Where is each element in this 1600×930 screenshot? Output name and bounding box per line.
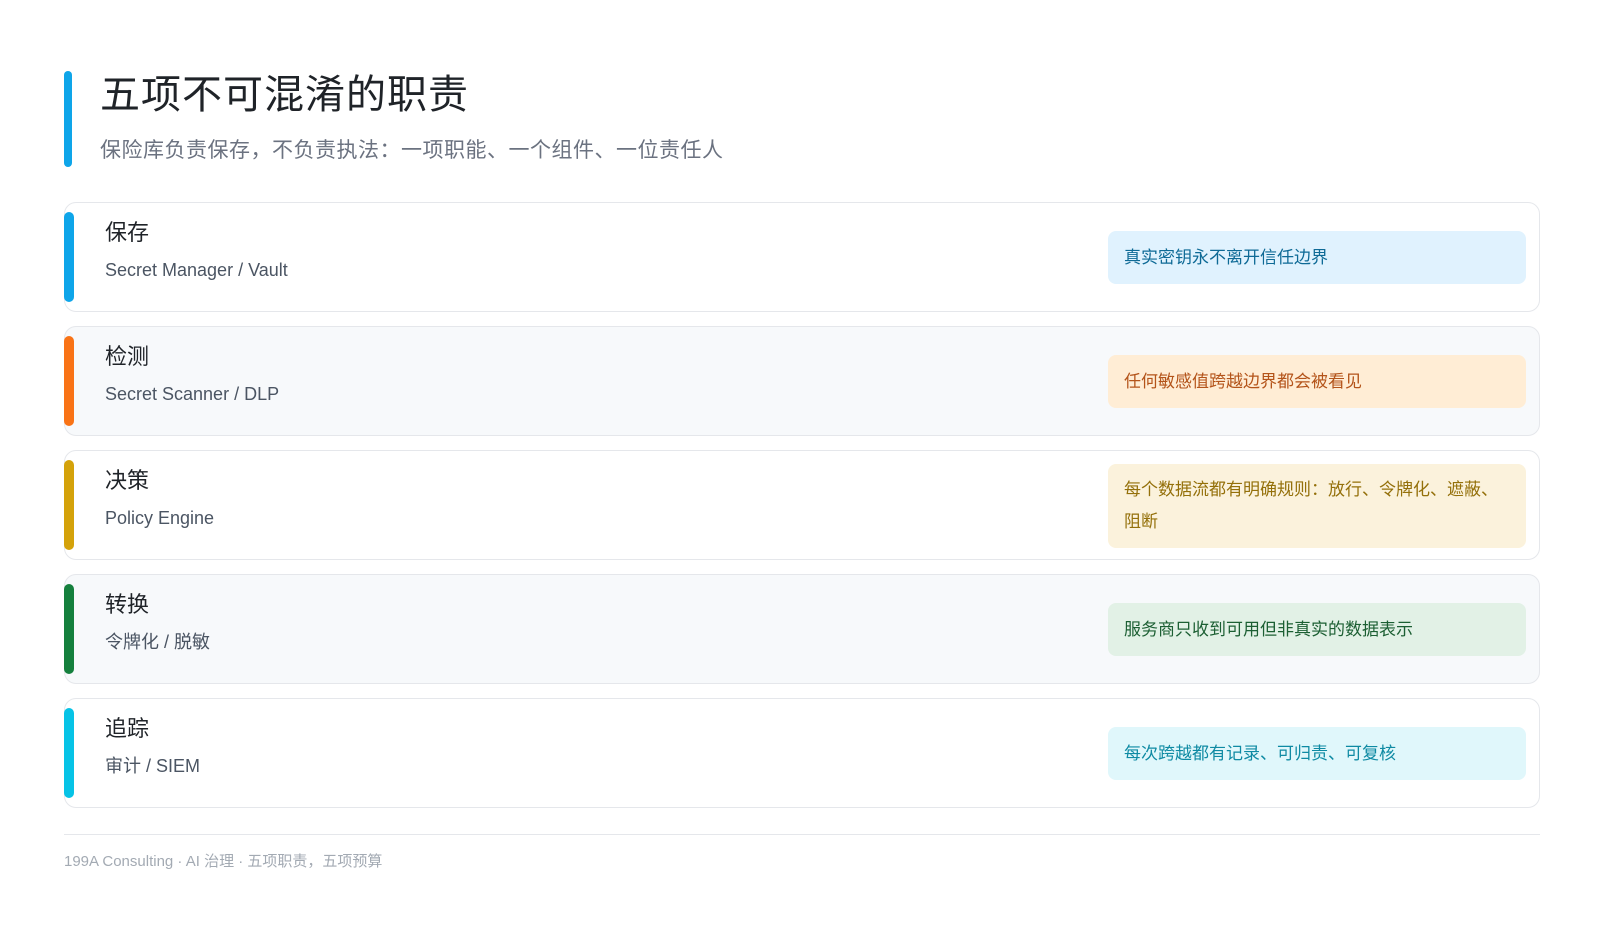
duty-outcome: 每次跨越都有记录、可归责、可复核 bbox=[1108, 727, 1526, 780]
duty-list: 保存 Secret Manager / Vault 真实密钥永不离开信任边界 检… bbox=[64, 202, 1540, 822]
row-accent-bar bbox=[64, 460, 74, 550]
duty-name: 追踪 bbox=[105, 716, 150, 741]
page-subtitle: 保险库负责保存，不负责执法：一项职能、一个组件、一位责任人 bbox=[100, 139, 724, 162]
slide: 五项不可混淆的职责 保险库负责保存，不负责执法：一项职能、一个组件、一位责任人 … bbox=[0, 0, 1600, 930]
duty-row-store: 保存 Secret Manager / Vault 真实密钥永不离开信任边界 bbox=[64, 202, 1540, 312]
duty-outcome: 每个数据流都有明确规则：放行、令牌化、遮蔽、阻断 bbox=[1108, 464, 1526, 548]
duty-name: 检测 bbox=[105, 344, 150, 369]
footer-text: 199A Consulting · AI 治理 · 五项职责，五项预算 bbox=[64, 853, 383, 870]
duty-row-transform: 转换 令牌化 / 脱敏 服务商只收到可用但非真实的数据表示 bbox=[64, 574, 1540, 684]
header: 五项不可混淆的职责 保险库负责保存，不负责执法：一项职能、一个组件、一位责任人 bbox=[64, 71, 1364, 167]
duty-name: 保存 bbox=[105, 220, 150, 245]
duty-row-trace: 追踪 审计 / SIEM 每次跨越都有记录、可归责、可复核 bbox=[64, 698, 1540, 808]
duty-component: Policy Engine bbox=[105, 508, 215, 528]
row-accent-bar bbox=[64, 584, 74, 674]
footer-divider bbox=[64, 834, 1540, 835]
duty-row-decide: 决策 Policy Engine 每个数据流都有明确规则：放行、令牌化、遮蔽、阻… bbox=[64, 450, 1540, 560]
duty-outcome: 服务商只收到可用但非真实的数据表示 bbox=[1108, 603, 1526, 656]
duty-component: 审计 / SIEM bbox=[105, 756, 201, 776]
row-accent-bar bbox=[64, 708, 74, 798]
header-accent-bar bbox=[64, 71, 72, 167]
row-accent-bar bbox=[64, 212, 74, 302]
duty-component: 令牌化 / 脱敏 bbox=[105, 632, 211, 652]
duty-component: Secret Scanner / DLP bbox=[105, 384, 280, 404]
row-accent-bar bbox=[64, 336, 74, 426]
duty-row-detect: 检测 Secret Scanner / DLP 任何敏感值跨越边界都会被看见 bbox=[64, 326, 1540, 436]
duty-name: 转换 bbox=[105, 592, 150, 617]
duty-name: 决策 bbox=[105, 468, 150, 493]
duty-component: Secret Manager / Vault bbox=[105, 260, 288, 280]
duty-outcome: 任何敏感值跨越边界都会被看见 bbox=[1108, 355, 1526, 408]
page-title: 五项不可混淆的职责 bbox=[100, 73, 469, 117]
duty-outcome: 真实密钥永不离开信任边界 bbox=[1108, 231, 1526, 284]
